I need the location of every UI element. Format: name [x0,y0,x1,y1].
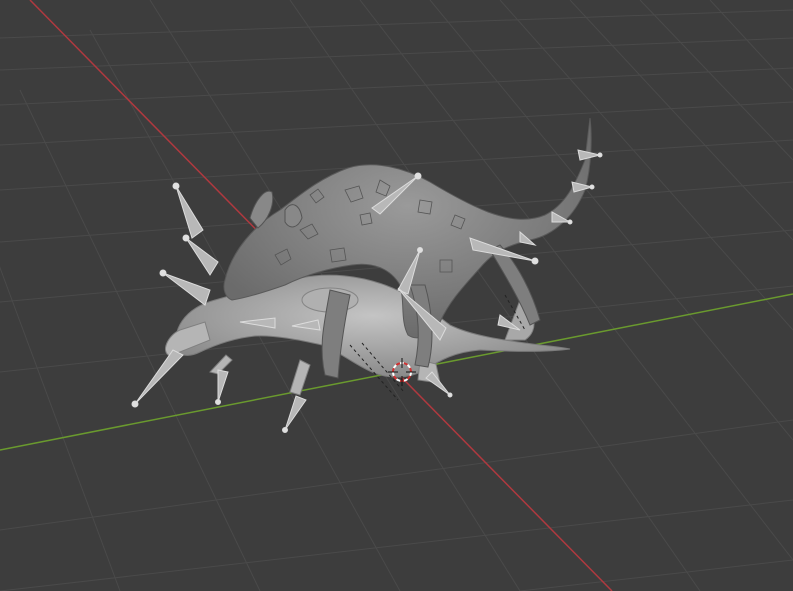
bone-icon [175,185,204,239]
bone-icon [185,237,219,276]
bone-icon [162,272,211,306]
3d-viewport[interactable] [0,0,793,591]
bone-icon [217,369,229,403]
viewport-canvas[interactable] [0,0,793,591]
bone-icon [284,395,307,431]
bone-icon [134,349,184,405]
